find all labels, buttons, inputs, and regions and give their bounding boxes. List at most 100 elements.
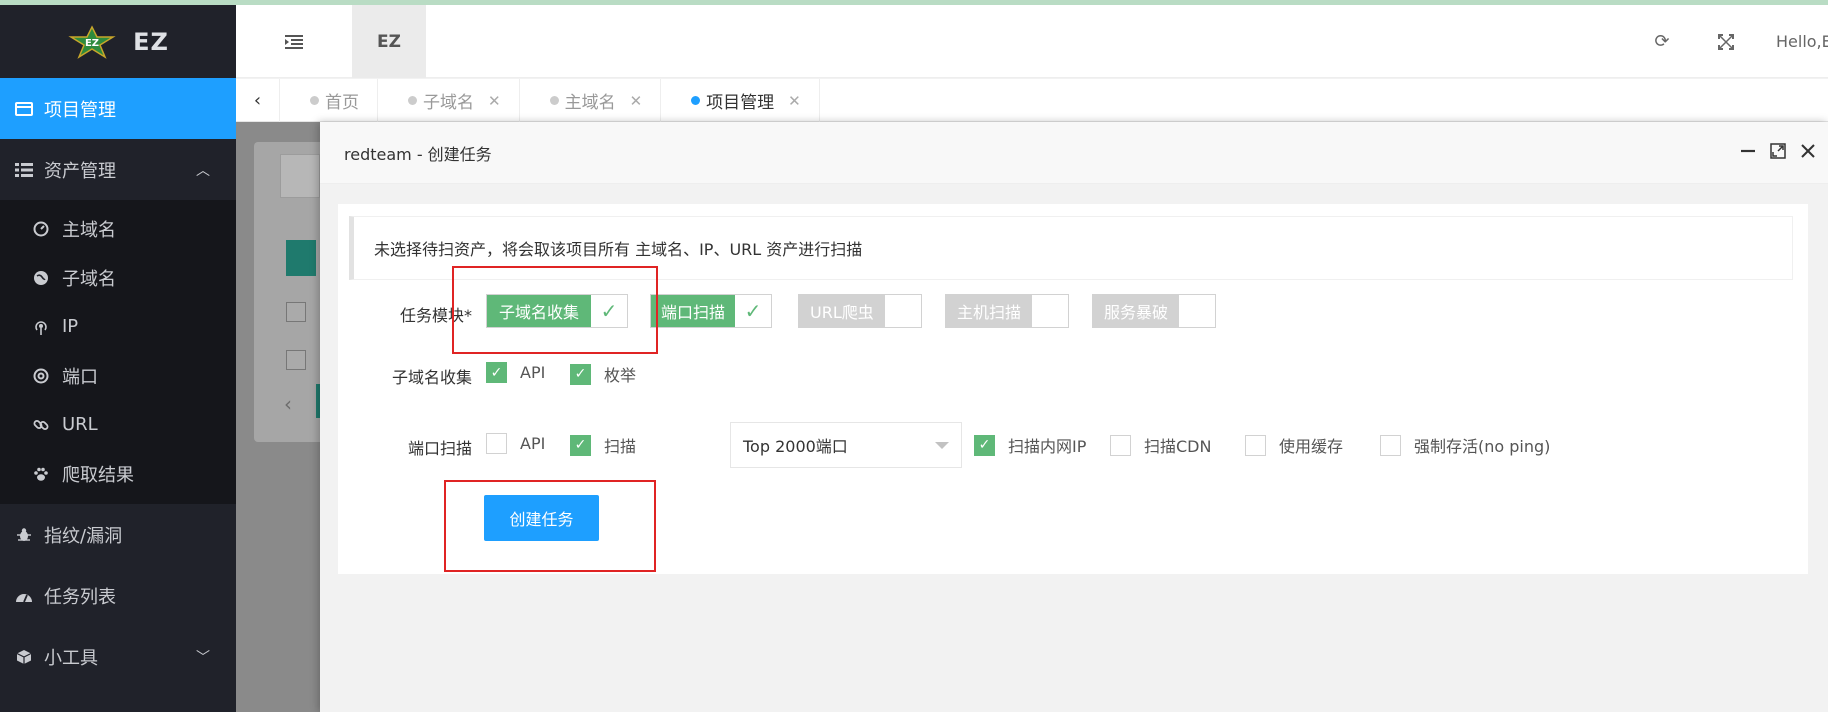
tab-label: 子域名 bbox=[423, 93, 474, 113]
checkbox-label: 扫描内网IP bbox=[1008, 437, 1087, 456]
paw-icon bbox=[32, 465, 50, 483]
module-label: URL爬虫 bbox=[799, 295, 885, 327]
background-checkbox bbox=[286, 302, 306, 322]
task-form: 未选择待扫资产，将会取该项目所有 主域名、IP、URL 资产进行扫描 任务模块*… bbox=[338, 204, 1808, 574]
tab-dot bbox=[408, 96, 417, 105]
checkbox-label: API bbox=[520, 363, 546, 382]
dialog-actions bbox=[1740, 122, 1816, 184]
create-task-dialog: redteam - 创建任务 未选择待扫资产，将会取该项目所有 主域名、IP、U… bbox=[320, 122, 1828, 712]
asset-submenu: 主域名 子域名 IP 端口 URL 爬取结果 bbox=[0, 200, 236, 504]
sidebar-subitem-label: 爬取结果 bbox=[62, 464, 134, 486]
sidebar-item-label: 资产管理 bbox=[44, 160, 116, 182]
sidebar-subitem-label: IP bbox=[62, 316, 79, 337]
tab-dot bbox=[310, 96, 319, 105]
user-greeting[interactable]: Hello,EZ bbox=[1758, 32, 1828, 51]
module-url-crawler-switch[interactable]: URL爬虫 bbox=[798, 294, 922, 328]
header-actions: ⟳ Hello,EZ bbox=[1630, 5, 1828, 78]
port-range-select[interactable]: Top 2000端口 bbox=[730, 422, 962, 468]
close-icon[interactable]: ✕ bbox=[630, 92, 643, 110]
check-icon: ✓ bbox=[570, 434, 591, 456]
highlight-box bbox=[444, 480, 656, 572]
tab-subdomain[interactable]: 子域名 ✕ bbox=[378, 79, 520, 122]
header-app-tab[interactable]: EZ bbox=[352, 5, 426, 78]
chevron-down-icon bbox=[935, 442, 949, 449]
lifebuoy-icon bbox=[32, 367, 50, 385]
maximize-icon[interactable] bbox=[1770, 142, 1786, 164]
sidebar-item-url[interactable]: URL bbox=[0, 400, 236, 449]
force-alive-checkbox[interactable]: 强制存活(no ping) bbox=[1380, 433, 1550, 457]
portscan-scan-checkbox[interactable]: ✓ 扫描 bbox=[570, 433, 636, 457]
close-icon[interactable]: ✕ bbox=[488, 92, 501, 110]
subdomain-api-checkbox[interactable]: ✓ API bbox=[486, 362, 545, 383]
top-header: EZ ⟳ Hello,EZ bbox=[236, 5, 1828, 78]
portscan-options-label: 端口扫描 bbox=[407, 439, 472, 458]
sidebar-item-fingerprint[interactable]: 指纹/漏洞 bbox=[0, 504, 236, 565]
tab-main-domain[interactable]: 主域名 ✕ bbox=[520, 79, 662, 122]
gauge-icon bbox=[32, 220, 50, 238]
checkbox-label: API bbox=[520, 434, 546, 453]
link-icon bbox=[32, 416, 50, 434]
dialog-title: redteam - 创建任务 bbox=[344, 144, 492, 164]
check-icon: ✓ bbox=[974, 434, 995, 456]
tab-label: 项目管理 bbox=[706, 93, 775, 113]
sidebar-item-label: 小工具 bbox=[44, 647, 98, 669]
sidebar-item-ip[interactable]: IP bbox=[0, 302, 236, 351]
globe-icon bbox=[32, 269, 50, 287]
dashboard-icon bbox=[14, 586, 34, 606]
background-add-button bbox=[286, 240, 316, 276]
sidebar-item-crawl-results[interactable]: 爬取结果 bbox=[0, 449, 236, 498]
portscan-api-checkbox[interactable]: API bbox=[486, 433, 545, 454]
check-icon: ✓ bbox=[486, 362, 507, 383]
close-icon[interactable]: ✕ bbox=[788, 92, 801, 110]
sidebar-item-tasks[interactable]: 任务列表 bbox=[0, 565, 236, 626]
background-tab bbox=[280, 154, 320, 198]
list-icon bbox=[14, 160, 34, 180]
sidebar: EZ EZ 项目管理 资产管理 ︿ 主域名 子域名 IP 端口 URL 爬取结果… bbox=[0, 5, 236, 712]
sidebar-item-port[interactable]: 端口 bbox=[0, 351, 236, 400]
chevron-up-icon: ︿ bbox=[196, 162, 210, 179]
subdomain-enum-checkbox[interactable]: ✓ 枚举 bbox=[570, 362, 636, 386]
sidebar-item-tools[interactable]: 小工具 ﹀ bbox=[0, 626, 236, 687]
module-service-brute-switch[interactable]: 服务暴破 bbox=[1092, 294, 1217, 328]
checkbox-label: 扫描CDN bbox=[1144, 437, 1212, 456]
tab-project-management[interactable]: 项目管理 ✕ bbox=[661, 79, 820, 122]
refresh-icon[interactable]: ⟳ bbox=[1630, 31, 1694, 52]
scan-intranet-ip-checkbox[interactable]: ✓ 扫描内网IP bbox=[974, 433, 1086, 457]
sidebar-item-label: 项目管理 bbox=[44, 99, 116, 121]
check-icon: ✓ bbox=[744, 299, 762, 323]
checkbox-box bbox=[1245, 434, 1266, 456]
sidebar-subitem-label: URL bbox=[62, 414, 98, 435]
tabs-left-arrow-icon[interactable]: ‹ bbox=[236, 79, 280, 122]
checkbox-label: 使用缓存 bbox=[1279, 437, 1344, 456]
sidebar-subitem-label: 子域名 bbox=[62, 268, 116, 290]
sidebar-item-subdomain[interactable]: 子域名 bbox=[0, 253, 236, 302]
dialog-header: redteam - 创建任务 bbox=[320, 122, 1828, 184]
logo[interactable]: EZ EZ bbox=[0, 5, 236, 78]
tab-home[interactable]: 首页 bbox=[280, 79, 378, 122]
checkbox-label: 枚举 bbox=[604, 366, 637, 385]
background-prev-icon: ‹ bbox=[284, 392, 292, 416]
sidebar-item-project[interactable]: 项目管理 bbox=[0, 78, 236, 139]
use-cache-checkbox[interactable]: 使用缓存 bbox=[1245, 433, 1343, 457]
select-value: Top 2000端口 bbox=[743, 437, 848, 456]
module-label: 服务暴破 bbox=[1093, 295, 1180, 327]
module-label: 主机扫描 bbox=[946, 295, 1033, 327]
sidebar-item-label: 任务列表 bbox=[44, 586, 116, 608]
sidebar-toggle-icon[interactable] bbox=[236, 5, 352, 78]
checkbox-label: 扫描 bbox=[604, 437, 637, 456]
sidebar-item-assets[interactable]: 资产管理 ︿ bbox=[0, 139, 236, 200]
sidebar-subitem-label: 端口 bbox=[62, 366, 98, 388]
logo-badge-icon: EZ bbox=[67, 24, 117, 59]
fullscreen-icon[interactable] bbox=[1694, 33, 1758, 50]
module-host-scan-switch[interactable]: 主机扫描 bbox=[945, 294, 1070, 328]
tab-dot bbox=[691, 96, 701, 105]
check-icon: ✓ bbox=[570, 363, 591, 385]
sidebar-item-main-domain[interactable]: 主域名 bbox=[0, 204, 236, 253]
module-portscan-switch[interactable]: 端口扫描 ✓ bbox=[650, 294, 773, 328]
close-icon[interactable] bbox=[1800, 143, 1816, 164]
tab-label: 首页 bbox=[325, 93, 359, 113]
scan-cdn-checkbox[interactable]: 扫描CDN bbox=[1110, 433, 1211, 457]
minimize-icon[interactable] bbox=[1740, 143, 1756, 164]
sidebar-subitem-label: 主域名 bbox=[62, 219, 116, 241]
checkbox-box bbox=[1110, 434, 1131, 456]
